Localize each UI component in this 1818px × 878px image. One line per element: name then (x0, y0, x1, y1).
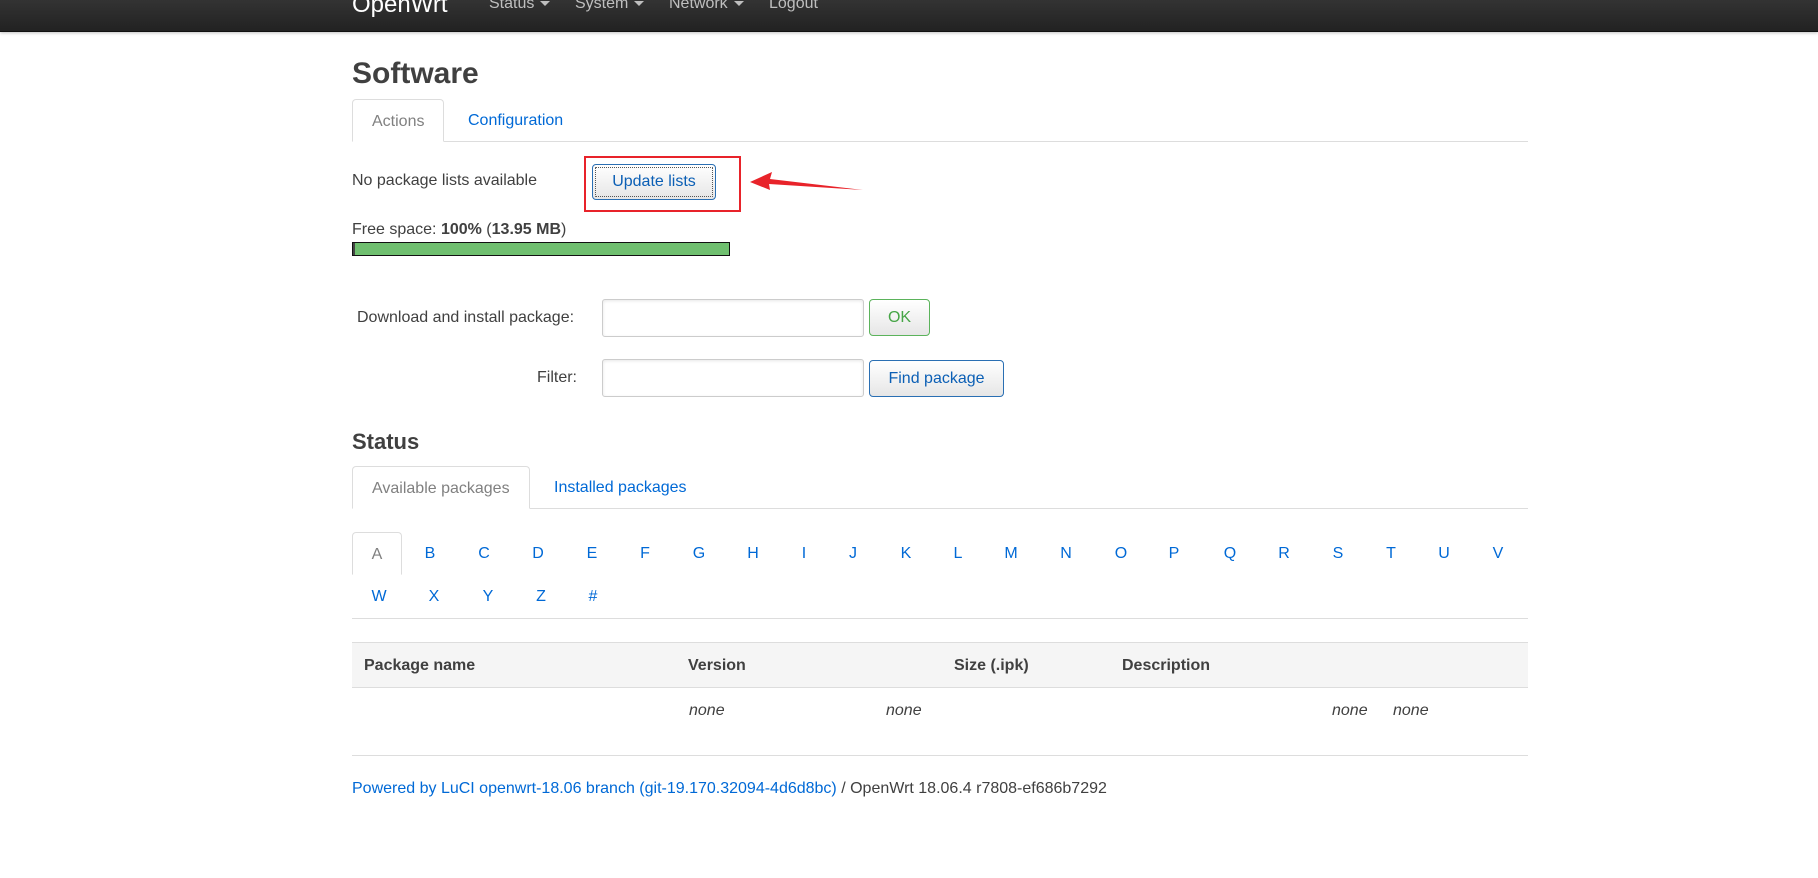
find-package-button[interactable]: Find package (869, 360, 1004, 397)
nav-system-menu[interactable]: System (575, 0, 645, 14)
free-space-close-paren: ) (561, 221, 567, 238)
nav-network-menu[interactable]: Network (669, 0, 744, 14)
chevron-down-icon (733, 1, 744, 7)
footer-divider (352, 755, 1528, 756)
top-navbar: OpenWrt Status System Network Logout (0, 0, 1818, 32)
letter-tab-o[interactable]: O (1096, 532, 1146, 575)
col-description: Description (1122, 657, 1211, 674)
letter-tab-hash[interactable]: # (568, 575, 618, 618)
letter-tab-r[interactable]: R (1259, 532, 1309, 575)
letter-tab-l[interactable]: L (933, 532, 983, 575)
letter-tab-m[interactable]: M (986, 532, 1036, 575)
table-cell: none (1393, 702, 1429, 719)
footer: Powered by LuCI openwrt-18.06 branch (gi… (352, 779, 1107, 799)
packages-table-header: Package name Version Size (.ipk) Descrip… (352, 642, 1528, 688)
letter-tab-q[interactable]: Q (1205, 532, 1255, 575)
letter-tab-g[interactable]: G (674, 532, 724, 575)
free-space-percent: 100% (440, 221, 482, 238)
letter-tab-u[interactable]: U (1419, 532, 1469, 575)
letter-tab-c[interactable]: C (459, 532, 509, 575)
download-install-label: Download and install package: (357, 309, 575, 326)
col-version: Version (688, 657, 746, 674)
chevron-down-icon (634, 1, 645, 7)
annotation-arrow-icon (750, 172, 863, 190)
letter-tab-w[interactable]: W (354, 575, 404, 618)
letter-tab-n[interactable]: N (1041, 532, 1091, 575)
free-space-size: 13.95 MB (491, 221, 562, 238)
free-space-text: Free space: 100% (13.95 MB) (352, 220, 566, 240)
free-space-progress-fill (353, 243, 729, 255)
tab-available-packages[interactable]: Available packages (352, 466, 530, 509)
letter-tab-v[interactable]: V (1473, 532, 1523, 575)
ok-button[interactable]: OK (869, 299, 930, 336)
letter-tab-d[interactable]: D (513, 532, 563, 575)
nav-status-menu[interactable]: Status (489, 0, 551, 14)
filter-label: Filter: (537, 369, 577, 386)
package-lists-status: No package lists available (352, 172, 537, 189)
tab-configuration[interactable]: Configuration (449, 99, 582, 142)
table-cell: none (886, 702, 922, 719)
chevron-down-icon (540, 1, 551, 7)
nav-system-label: System (575, 0, 629, 12)
firmware-version: OpenWrt 18.06.4 r7808-ef686b7292 (850, 780, 1107, 797)
letter-tab-a[interactable]: A (352, 532, 402, 575)
letter-tab-b[interactable]: B (405, 532, 455, 575)
nav-status-label: Status (489, 0, 535, 12)
highlight-annotation-box (584, 156, 741, 212)
letter-tab-p[interactable]: P (1149, 532, 1199, 575)
tab-installed-packages[interactable]: Installed packages (535, 466, 706, 509)
letter-tab-y[interactable]: Y (463, 575, 513, 618)
letter-tab-h[interactable]: H (728, 532, 778, 575)
letter-tab-i[interactable]: I (779, 532, 829, 575)
letter-tab-e[interactable]: E (567, 532, 617, 575)
col-size: Size (.ipk) (954, 657, 1029, 674)
tab-actions[interactable]: Actions (352, 99, 445, 142)
letter-tab-s[interactable]: S (1313, 532, 1363, 575)
letter-tab-z[interactable]: Z (516, 575, 566, 618)
brand-logo[interactable]: OpenWrt (352, 0, 448, 20)
download-package-input[interactable] (602, 299, 864, 337)
nav-network-label: Network (669, 0, 728, 12)
status-section-title: Status (352, 429, 420, 454)
table-cell: none (689, 702, 725, 719)
table-cell: none (1332, 702, 1368, 719)
col-package-name: Package name (364, 657, 476, 674)
free-space-progress-bar (352, 242, 730, 256)
nav-logout-link[interactable]: Logout (769, 0, 818, 14)
letter-tab-k[interactable]: K (881, 532, 931, 575)
free-space-open-paren: ( (481, 221, 492, 238)
letter-tab-x[interactable]: X (409, 575, 459, 618)
letter-tab-f[interactable]: F (620, 532, 670, 575)
free-space-label: Free space: (352, 221, 441, 238)
footer-separator: / (836, 780, 851, 797)
letters-divider (352, 618, 1528, 619)
letter-tab-t[interactable]: T (1366, 532, 1416, 575)
page-title: Software (352, 57, 479, 90)
letter-tab-j[interactable]: J (828, 532, 878, 575)
luci-link[interactable]: Powered by LuCI openwrt-18.06 branch (gi… (352, 780, 837, 797)
filter-input[interactable] (602, 359, 864, 397)
